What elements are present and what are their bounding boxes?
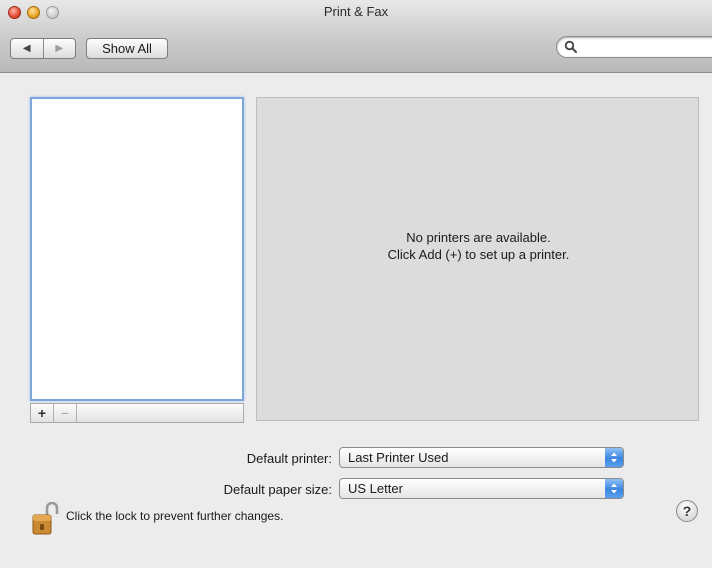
empty-state-line-2: Click Add (+) to set up a printer. <box>387 247 570 262</box>
printer-detail-panel: No printers are available. Click Add (+)… <box>256 97 699 421</box>
show-all-button[interactable]: Show All <box>86 38 168 59</box>
empty-state-line-1: No printers are available. <box>406 230 551 245</box>
default-paper-size-popup[interactable]: US Letter <box>339 478 624 499</box>
add-printer-button[interactable]: + <box>31 404 54 422</box>
help-icon: ? <box>682 503 692 519</box>
window-title: Print & Fax <box>323 4 389 19</box>
back-button[interactable]: ◀ <box>11 39 44 58</box>
empty-state-message: No printers are available. Click Add (+)… <box>257 229 700 263</box>
remove-printer-button[interactable]: − <box>54 404 77 422</box>
search-input[interactable] <box>581 39 712 57</box>
forward-button[interactable]: ▶ <box>44 39 76 58</box>
default-paper-size-value: US Letter <box>348 481 403 496</box>
default-paper-size-label: Default paper size: <box>223 482 332 497</box>
search-field[interactable] <box>556 36 712 58</box>
navigation-segmented-control: ◀ ▶ <box>10 38 76 59</box>
default-printer-label: Default printer: <box>246 451 332 466</box>
printer-list[interactable] <box>30 97 244 401</box>
search-icon <box>564 40 577 53</box>
lock-message: Click the lock to prevent further change… <box>66 509 284 523</box>
default-printer-value: Last Printer Used <box>348 450 449 465</box>
title-bar: Print & Fax ◀ ▶ Show All <box>0 0 712 73</box>
printer-list-controls: + − <box>30 403 244 423</box>
chevron-updown-icon <box>605 448 623 467</box>
help-button[interactable]: ? <box>676 500 698 522</box>
default-printer-popup[interactable]: Last Printer Used <box>339 447 624 468</box>
chevron-updown-icon <box>605 479 623 498</box>
lock-open-icon[interactable] <box>30 502 60 536</box>
preferences-window: Print & Fax ◀ ▶ Show All + − No printers… <box>0 0 712 568</box>
